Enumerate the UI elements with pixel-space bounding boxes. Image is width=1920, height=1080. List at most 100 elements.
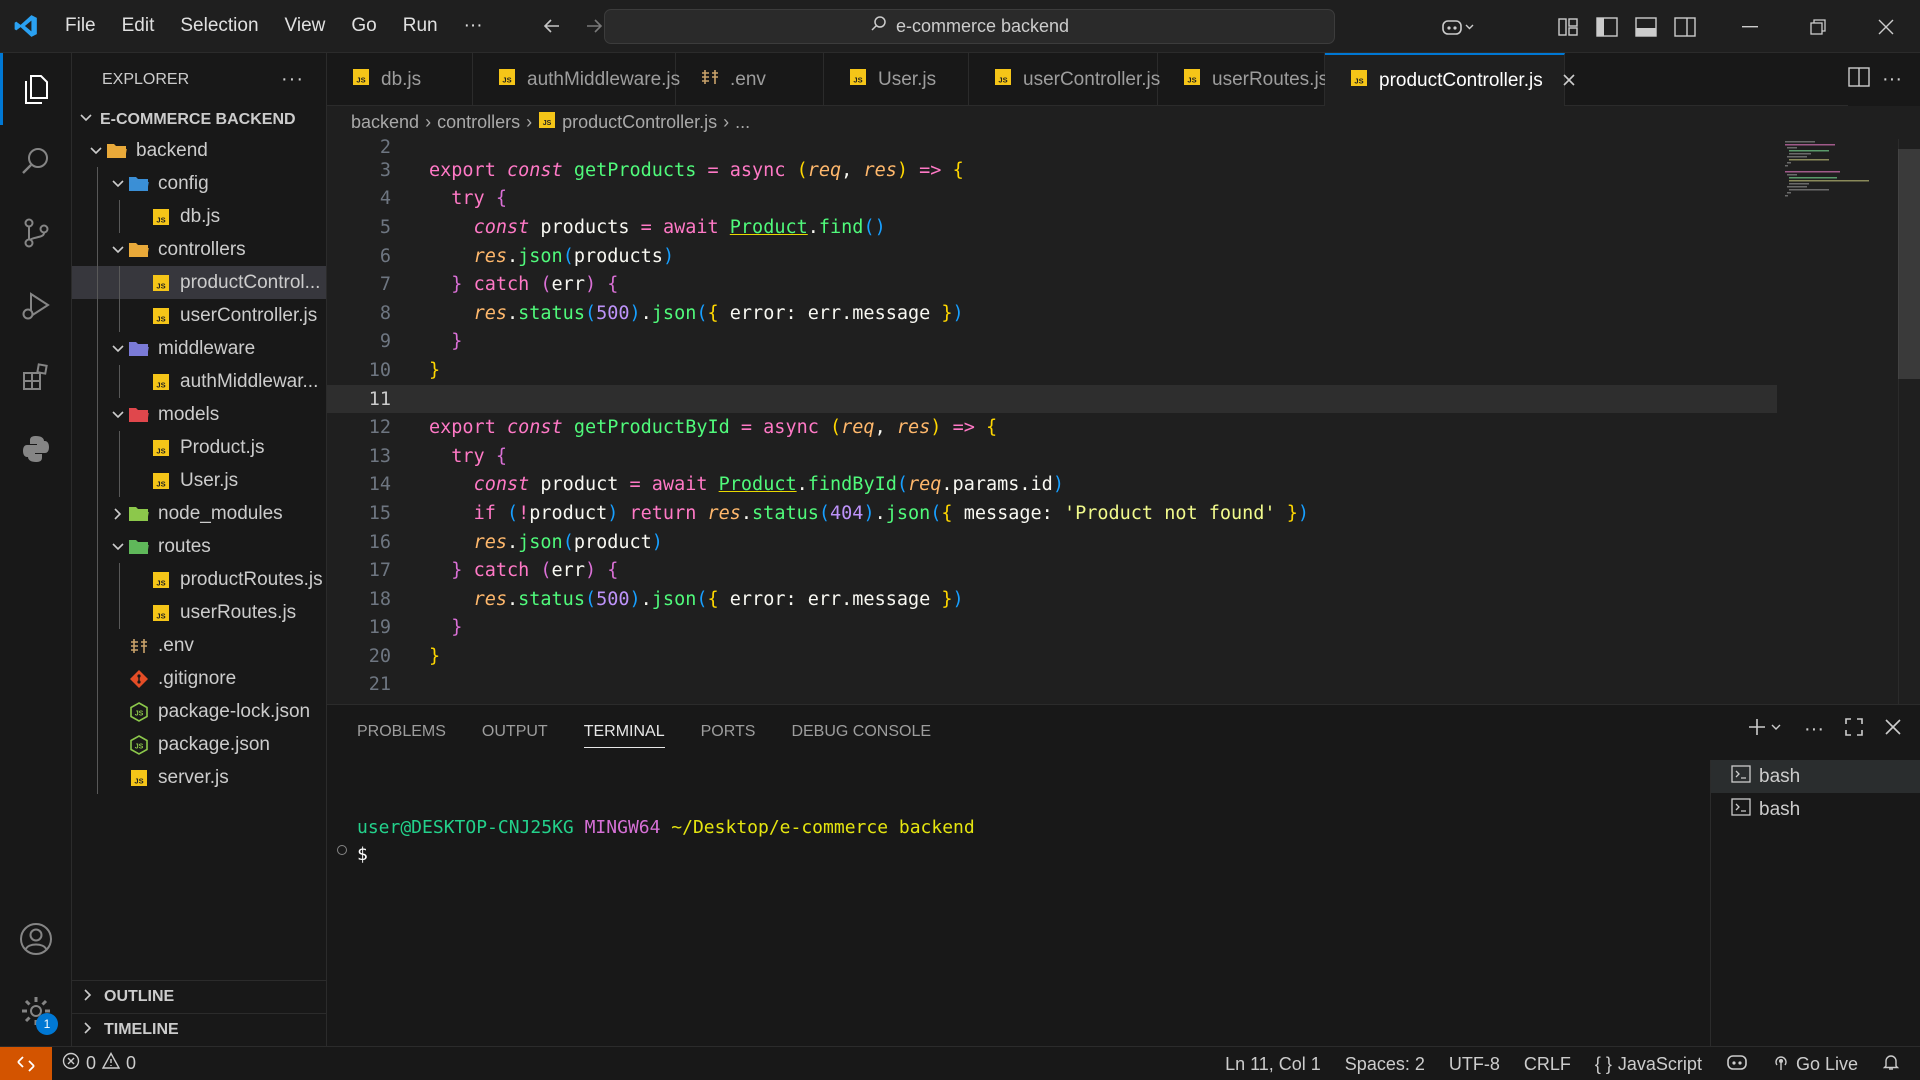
tree-item-label: routes xyxy=(158,535,211,557)
minimize-icon[interactable] xyxy=(1716,0,1784,53)
editor-more-icon[interactable]: ··· xyxy=(1882,68,1902,91)
menu-more[interactable]: ··· xyxy=(451,0,496,52)
terminal-output[interactable]: user@DESKTOP-CNJ25KG MINGW64 ~/Desktop/e… xyxy=(357,817,975,865)
code-editor[interactable]: 2 3 export const getProducts = async (req… xyxy=(327,139,1920,704)
problems-status[interactable]: 0 0 xyxy=(52,1052,136,1075)
python-icon[interactable] xyxy=(0,413,72,485)
chevron-right-icon: › xyxy=(723,112,730,132)
workspace-root[interactable]: E-COMMERCE BACKEND xyxy=(72,106,326,134)
breadcrumb-item[interactable]: ... xyxy=(735,112,750,133)
source-control-icon[interactable] xyxy=(0,197,72,269)
code-line: 3 export const getProducts = async (req, … xyxy=(327,156,1920,185)
menu-edit[interactable]: Edit xyxy=(109,0,168,52)
tree-file[interactable]: JS authMiddlewar... xyxy=(72,365,326,398)
restore-icon[interactable] xyxy=(1784,0,1852,53)
tree-file[interactable]: .env xyxy=(72,629,326,662)
timeline-section[interactable]: TIMELINE xyxy=(72,1013,327,1046)
tree-folder[interactable]: routes xyxy=(72,530,326,563)
tree-file[interactable]: JS userRoutes.js xyxy=(72,596,326,629)
close-panel-icon[interactable] xyxy=(1884,718,1902,741)
menu-view[interactable]: View xyxy=(272,0,339,52)
tree-file[interactable]: JS db.js xyxy=(72,200,326,233)
js-file-icon: JS xyxy=(538,111,556,134)
tree-folder[interactable]: node_modules xyxy=(72,497,326,530)
tab-productcontroller-js[interactable]: JS productController.js xyxy=(1325,53,1575,106)
tree-file[interactable]: JS productRoutes.js xyxy=(72,563,326,596)
notifications-bell-icon[interactable] xyxy=(1882,1053,1900,1076)
breadcrumb-item[interactable]: backend xyxy=(351,112,419,133)
maximize-panel-icon[interactable] xyxy=(1844,717,1864,742)
tab-authmiddleware-js[interactable]: JS authMiddleware.js xyxy=(473,53,680,106)
tab-label: userController.js xyxy=(1023,68,1161,90)
customize-layout-icon[interactable] xyxy=(1548,0,1587,53)
panel-more-icon[interactable]: ··· xyxy=(1804,718,1824,741)
toggle-primary-sidebar-icon[interactable] xyxy=(1587,0,1626,53)
manage-gear-icon[interactable]: 1 xyxy=(0,975,72,1047)
close-window-icon[interactable] xyxy=(1852,0,1920,53)
tree-file[interactable]: JS productControl... xyxy=(72,266,326,299)
tree-folder[interactable]: backend xyxy=(72,134,326,167)
menu-selection[interactable]: Selection xyxy=(167,0,271,52)
tree-file[interactable]: JS package-lock.json xyxy=(72,695,326,728)
copilot-status-icon[interactable] xyxy=(1726,1053,1748,1076)
account-icon[interactable] xyxy=(0,903,72,975)
search-view-icon[interactable] xyxy=(0,125,72,197)
run-debug-icon[interactable] xyxy=(0,269,72,341)
git-file-icon xyxy=(128,668,150,690)
explorer-icon[interactable] xyxy=(0,53,72,125)
encoding[interactable]: UTF-8 xyxy=(1449,1054,1500,1075)
scrollbar-thumb[interactable] xyxy=(1898,149,1920,379)
remote-indicator-icon[interactable] xyxy=(0,1046,52,1080)
back-arrow-icon[interactable] xyxy=(538,12,566,40)
breadcrumb-item[interactable]: controllers xyxy=(437,112,520,133)
new-terminal-icon[interactable] xyxy=(1748,717,1784,742)
tab-label: authMiddleware.js xyxy=(527,68,681,90)
tree-file[interactable]: JS server.js xyxy=(72,761,326,794)
editor-scrollbar[interactable] xyxy=(1898,139,1920,704)
tree-folder[interactable]: config xyxy=(72,167,326,200)
tab-userroutes-js[interactable]: JS userRoutes.js xyxy=(1158,53,1328,106)
language-mode[interactable]: { } JavaScript xyxy=(1595,1054,1702,1075)
outline-section[interactable]: OUTLINE xyxy=(72,980,327,1013)
indentation[interactable]: Spaces: 2 xyxy=(1345,1054,1425,1075)
tree-file[interactable]: JS Product.js xyxy=(72,431,326,464)
tree-file[interactable]: JS User.js xyxy=(72,464,326,497)
terminal-instance[interactable]: bash xyxy=(1711,793,1920,826)
tab--env[interactable]: .env xyxy=(676,53,824,106)
tree-file[interactable]: JS package.json xyxy=(72,728,326,761)
split-editor-icon[interactable] xyxy=(1848,67,1870,92)
minimap[interactable] xyxy=(1777,139,1897,199)
command-center-search[interactable]: e-commerce backend xyxy=(604,9,1335,44)
toggle-secondary-sidebar-icon[interactable] xyxy=(1665,0,1704,53)
extensions-icon[interactable] xyxy=(0,341,72,413)
close-tab-icon[interactable] xyxy=(1561,68,1577,94)
menu-file[interactable]: File xyxy=(52,0,109,52)
copilot-icon[interactable] xyxy=(1428,0,1488,53)
go-live-button[interactable]: Go Live xyxy=(1772,1053,1858,1076)
tab-usercontroller-js[interactable]: JS userController.js xyxy=(969,53,1161,106)
menu-go[interactable]: Go xyxy=(338,0,389,52)
tab-debug-console[interactable]: DEBUG CONSOLE xyxy=(791,723,931,741)
tree-folder[interactable]: middleware xyxy=(72,332,326,365)
breadcrumb-item[interactable]: productController.js xyxy=(562,112,717,133)
end-of-line[interactable]: CRLF xyxy=(1524,1054,1571,1075)
tab-user-js[interactable]: JS User.js xyxy=(824,53,969,106)
tab-ports[interactable]: PORTS xyxy=(701,723,756,741)
tab-db-js[interactable]: JS db.js xyxy=(327,53,473,106)
menu-run[interactable]: Run xyxy=(390,0,451,52)
tree-folder[interactable]: controllers xyxy=(72,233,326,266)
toggle-panel-icon[interactable] xyxy=(1626,0,1665,53)
tab-terminal[interactable]: TERMINAL xyxy=(583,723,665,748)
code-text: } xyxy=(451,617,463,639)
tab-output[interactable]: OUTPUT xyxy=(482,723,548,741)
tab-problems[interactable]: PROBLEMS xyxy=(357,723,446,741)
terminal-status-circle-icon xyxy=(337,845,347,855)
terminal-instance[interactable]: bash xyxy=(1711,760,1920,793)
tree-file[interactable]: JS userController.js xyxy=(72,299,326,332)
explorer-more-icon[interactable]: ··· xyxy=(281,68,304,91)
cursor-position[interactable]: Ln 11, Col 1 xyxy=(1225,1054,1321,1075)
svg-text:JS: JS xyxy=(156,611,165,620)
tree-file[interactable]: .gitignore xyxy=(72,662,326,695)
tree-folder[interactable]: models xyxy=(72,398,326,431)
tree-item-label: package.json xyxy=(158,733,270,755)
